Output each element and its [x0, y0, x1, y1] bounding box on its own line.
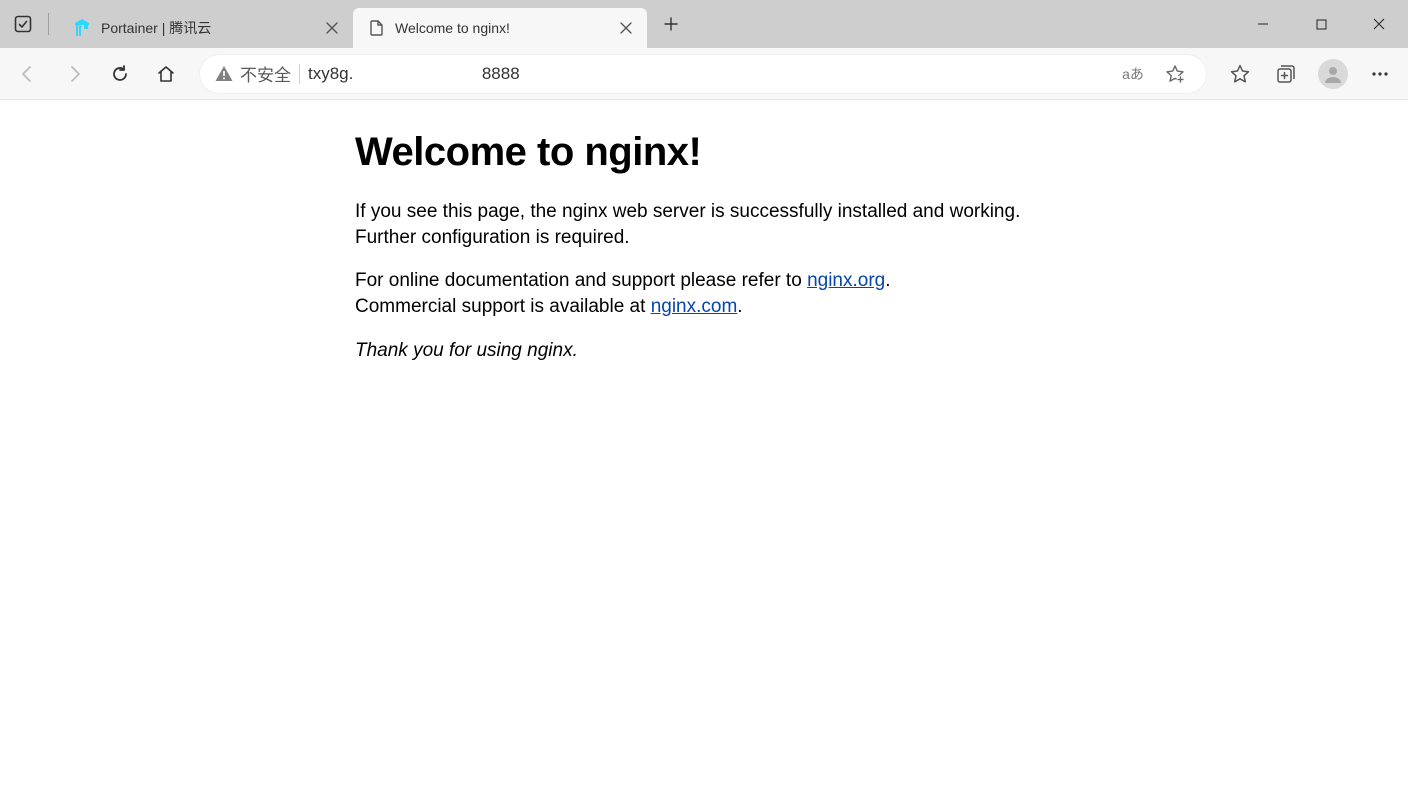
tab-close-button[interactable]	[321, 17, 343, 39]
address-bar[interactable]: 不安全 txy8g. xxxxxxxxxxxxxx 8888 aあ	[200, 55, 1206, 93]
window-minimize-button[interactable]	[1234, 0, 1292, 48]
profile-avatar-button[interactable]	[1318, 59, 1348, 89]
browser-toolbar: 不安全 txy8g. xxxxxxxxxxxxxx 8888 aあ	[0, 48, 1408, 100]
nginx-com-link[interactable]: nginx.com	[651, 296, 738, 317]
separator	[48, 13, 49, 35]
security-label: 不安全	[240, 61, 291, 86]
tab-actions-icon[interactable]	[12, 13, 34, 35]
tab-close-button[interactable]	[615, 17, 637, 39]
portainer-favicon-icon	[73, 19, 91, 37]
security-status[interactable]: 不安全	[214, 61, 291, 86]
tab-title: Portainer | 腾讯云	[101, 18, 311, 38]
nav-refresh-button[interactable]	[100, 54, 140, 94]
new-tab-button[interactable]	[655, 8, 687, 40]
address-text[interactable]: txy8g. xxxxxxxxxxxxxx 8888	[308, 64, 1108, 84]
titlebar-left	[0, 0, 55, 48]
translate-button[interactable]: aあ	[1116, 57, 1150, 91]
titlebar-drag-region[interactable]	[687, 0, 1234, 48]
page-content: Welcome to nginx! If you see this page, …	[0, 100, 1408, 363]
favorites-button[interactable]	[1220, 54, 1260, 94]
nginx-welcome-body: Welcome to nginx! If you see this page, …	[355, 130, 1055, 363]
separator	[299, 64, 300, 84]
page-favicon-icon	[367, 19, 385, 37]
settings-more-button[interactable]	[1360, 54, 1400, 94]
translate-icon: aあ	[1122, 64, 1144, 84]
window-close-button[interactable]	[1350, 0, 1408, 48]
window-controls	[1234, 0, 1408, 48]
collections-button[interactable]	[1266, 54, 1306, 94]
nginx-org-link[interactable]: nginx.org	[807, 270, 885, 291]
page-heading: Welcome to nginx!	[355, 130, 1055, 175]
tab-portainer[interactable]: Portainer | 腾讯云	[59, 8, 353, 48]
nav-forward-button[interactable]	[54, 54, 94, 94]
docs-paragraph: For online documentation and support ple…	[355, 268, 1055, 319]
warning-icon	[214, 64, 234, 84]
toolbar-right-actions	[1220, 54, 1400, 94]
tabs-container: Portainer | 腾讯云 Welcome to nginx!	[59, 0, 687, 48]
tab-nginx[interactable]: Welcome to nginx!	[353, 8, 647, 48]
nav-home-button[interactable]	[146, 54, 186, 94]
window-maximize-button[interactable]	[1292, 0, 1350, 48]
window-titlebar: Portainer | 腾讯云 Welcome to nginx!	[0, 0, 1408, 48]
intro-paragraph: If you see this page, the nginx web serv…	[355, 199, 1055, 250]
thanks-paragraph: Thank you for using nginx.	[355, 338, 1055, 364]
favorite-this-page-button[interactable]	[1158, 57, 1192, 91]
nav-back-button[interactable]	[8, 54, 48, 94]
tab-title: Welcome to nginx!	[395, 20, 605, 36]
